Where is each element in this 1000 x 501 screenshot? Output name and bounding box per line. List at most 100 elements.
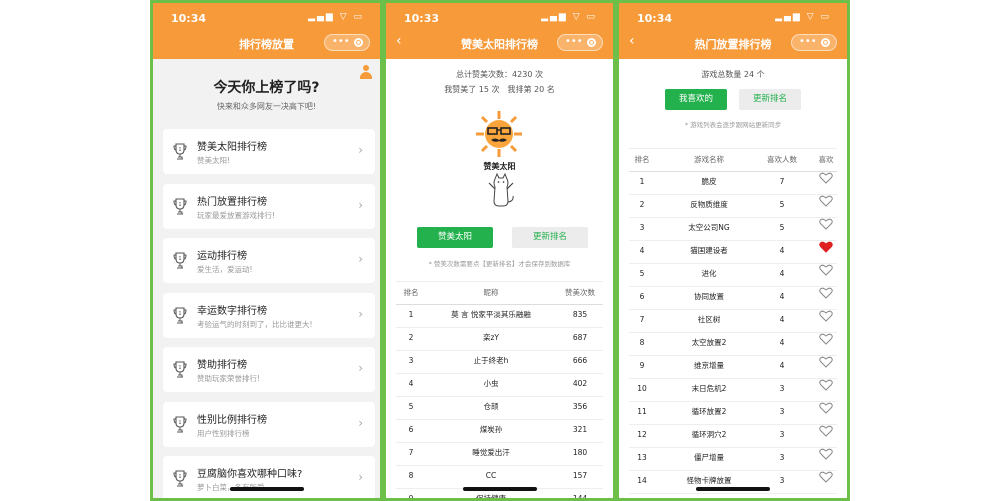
my-praise-rank: 我赞美了 15 次 我排第 20 名 — [444, 85, 555, 94]
close-mini-program-icon[interactable] — [821, 38, 830, 47]
rank-cell: 6 — [408, 425, 414, 434]
heart-outline-icon[interactable] — [819, 263, 833, 276]
table-row: 7 社区树 4 — [629, 309, 837, 333]
card-title: 运动排行榜 — [197, 251, 247, 262]
refresh-rank-button[interactable]: 更新排名 — [512, 227, 588, 248]
home-indicator — [462, 487, 537, 491]
rank-cell: 4 — [639, 246, 645, 255]
nickname-cell: 睡觉爱出汗 — [472, 448, 510, 457]
game-name-cell: 社区树 — [697, 315, 721, 324]
table-row: 4 小虫 402 — [396, 373, 603, 397]
close-mini-program-icon[interactable] — [354, 38, 363, 47]
card-subtitle: 用户性别排行榜 — [197, 428, 250, 438]
game-name-cell: 反物质维度 — [690, 200, 728, 209]
chevron-right-icon: › — [358, 361, 363, 375]
table-row: 3 止于终老h 666 — [396, 350, 603, 374]
table-row: 6 协同放置 4 — [629, 286, 837, 310]
rank-cell: 1 — [408, 310, 414, 319]
rank-cell: 7 — [639, 315, 645, 324]
heart-outline-icon[interactable] — [819, 171, 833, 184]
game-name-cell: 循环放置2 — [691, 407, 727, 416]
table-row: 11 循环放置2 3 — [629, 401, 837, 425]
like-count-cell: 4 — [779, 292, 785, 301]
nav-bar: 10:34 ▂▄▆ ▽ ▭ 排行榜放置 ••• — [153, 3, 380, 59]
heart-outline-icon[interactable] — [819, 332, 833, 345]
col-praise-count: 赞美次数 — [565, 288, 595, 297]
leaderboard-card[interactable]: 1 热门放置排行榜 玩家最爱放置游戏排行! › — [163, 183, 375, 229]
heart-outline-icon[interactable] — [819, 309, 833, 322]
table-row: 3 太空公司NG 5 — [629, 217, 837, 241]
svg-text:1: 1 — [178, 311, 181, 317]
game-name-cell: 脆皮 — [701, 177, 717, 186]
table-row: 1 莫 言 悦家平淡其乐融融 835 — [396, 304, 603, 328]
heart-outline-icon[interactable] — [819, 194, 833, 207]
table-row: 6 煤炭孙 321 — [396, 419, 603, 443]
like-count-cell: 5 — [779, 223, 785, 232]
more-icon[interactable]: ••• — [332, 36, 350, 47]
sun-icon[interactable] — [474, 109, 524, 159]
card-subtitle: 爱生活，爱运动! — [197, 265, 253, 274]
mini-program-capsule[interactable]: ••• — [324, 34, 370, 51]
heart-outline-icon[interactable] — [819, 401, 833, 414]
trophy-icon: 1 — [173, 197, 187, 216]
game-name-cell: 维京增量 — [694, 361, 724, 370]
leaderboard-card[interactable]: 1 运动排行榜 爱生活，爱运动! › — [163, 238, 375, 283]
table-row: 8 CC 157 — [396, 465, 603, 489]
praise-count-cell: 687 — [572, 333, 588, 342]
card-title: 幸运数字排行榜 — [197, 305, 267, 317]
heart-outline-icon[interactable] — [819, 378, 833, 391]
leaderboard-card[interactable]: 1 赞美太阳排行榜 赞美太阳! › — [163, 129, 375, 174]
heart-outline-icon[interactable] — [819, 470, 833, 483]
card-title: 热门放置排行榜 — [197, 196, 267, 208]
praise-count-cell: 157 — [572, 471, 588, 480]
card-title: 豆腐脑你喜欢哪种口味? — [197, 469, 303, 480]
heart-outline-icon[interactable] — [819, 355, 833, 368]
table-row: 2 反物质维度 5 — [629, 194, 837, 218]
leaderboard-card[interactable]: 1 豆腐脑你喜欢哪种口味? 萝卜白菜，各有所爱~ › — [163, 456, 375, 498]
game-name-cell: 太空公司NG — [688, 223, 730, 232]
trophy-icon: 1 — [173, 306, 187, 325]
leaderboard-card[interactable]: 1 赞助排行榜 赞助玩家荣誉排行! › — [163, 347, 375, 392]
like-count-cell: 4 — [779, 361, 785, 370]
heart-outline-icon[interactable] — [819, 217, 833, 230]
rank-cell: 2 — [639, 200, 645, 209]
table-row: 13 僵尸增量 3 — [629, 447, 837, 471]
status-icons: ▂▄▆ ▽ ▭ — [541, 12, 597, 22]
home-indicator — [229, 487, 304, 491]
svg-text:1: 1 — [178, 474, 181, 480]
rank-cell: 3 — [639, 223, 645, 232]
praise-count-cell: 666 — [572, 356, 588, 365]
chevron-right-icon: › — [358, 143, 363, 157]
home-indicator — [696, 487, 770, 491]
heart-outline-icon[interactable] — [819, 424, 833, 437]
col-nickname: 昵称 — [483, 288, 499, 297]
table-row: 10 末日危机2 3 — [629, 378, 837, 402]
heart-outline-icon[interactable] — [819, 447, 833, 460]
leaderboard-card[interactable]: 1 幸运数字排行榜 考验运气的时刻到了，比比谁更大! › — [163, 292, 375, 338]
like-count-cell: 3 — [779, 453, 785, 462]
more-icon[interactable]: ••• — [799, 36, 817, 47]
sync-note: * 游戏列表会逐步跟网站更新同步 — [684, 121, 782, 129]
status-time: 10:33 — [404, 12, 440, 25]
like-count-cell: 3 — [779, 407, 785, 416]
heart-filled-icon[interactable] — [819, 240, 833, 253]
my-likes-button[interactable]: 我喜欢的 — [665, 89, 727, 110]
rank-cell: 12 — [637, 430, 647, 439]
praise-sun-button[interactable]: 赞美太阳 — [417, 227, 493, 248]
table-row: 8 太空放置2 4 — [629, 332, 837, 356]
nickname-cell: 小虫 — [483, 379, 499, 388]
refresh-rank-button[interactable]: 更新排名 — [739, 89, 801, 110]
rank-cell: 2 — [408, 333, 414, 342]
close-mini-program-icon[interactable] — [587, 38, 596, 47]
more-icon[interactable]: ••• — [565, 36, 583, 47]
card-subtitle: 考验运气的时刻到了，比比谁更大! — [197, 319, 313, 329]
total-games-count: 游戏总数量 24 个 — [701, 70, 765, 79]
mini-program-capsule[interactable]: ••• — [791, 34, 837, 51]
game-name-cell: 末日危机2 — [691, 384, 727, 393]
trophy-icon: 1 — [173, 470, 187, 488]
nickname-cell: 莫 言 悦家平淡其乐融融 — [451, 310, 531, 319]
mini-program-capsule[interactable]: ••• — [557, 34, 603, 51]
heart-outline-icon[interactable] — [819, 286, 833, 299]
leaderboard-card[interactable]: 1 性别比例排行榜 用户性别排行榜 › — [163, 401, 375, 447]
like-count-cell: 4 — [779, 315, 785, 324]
